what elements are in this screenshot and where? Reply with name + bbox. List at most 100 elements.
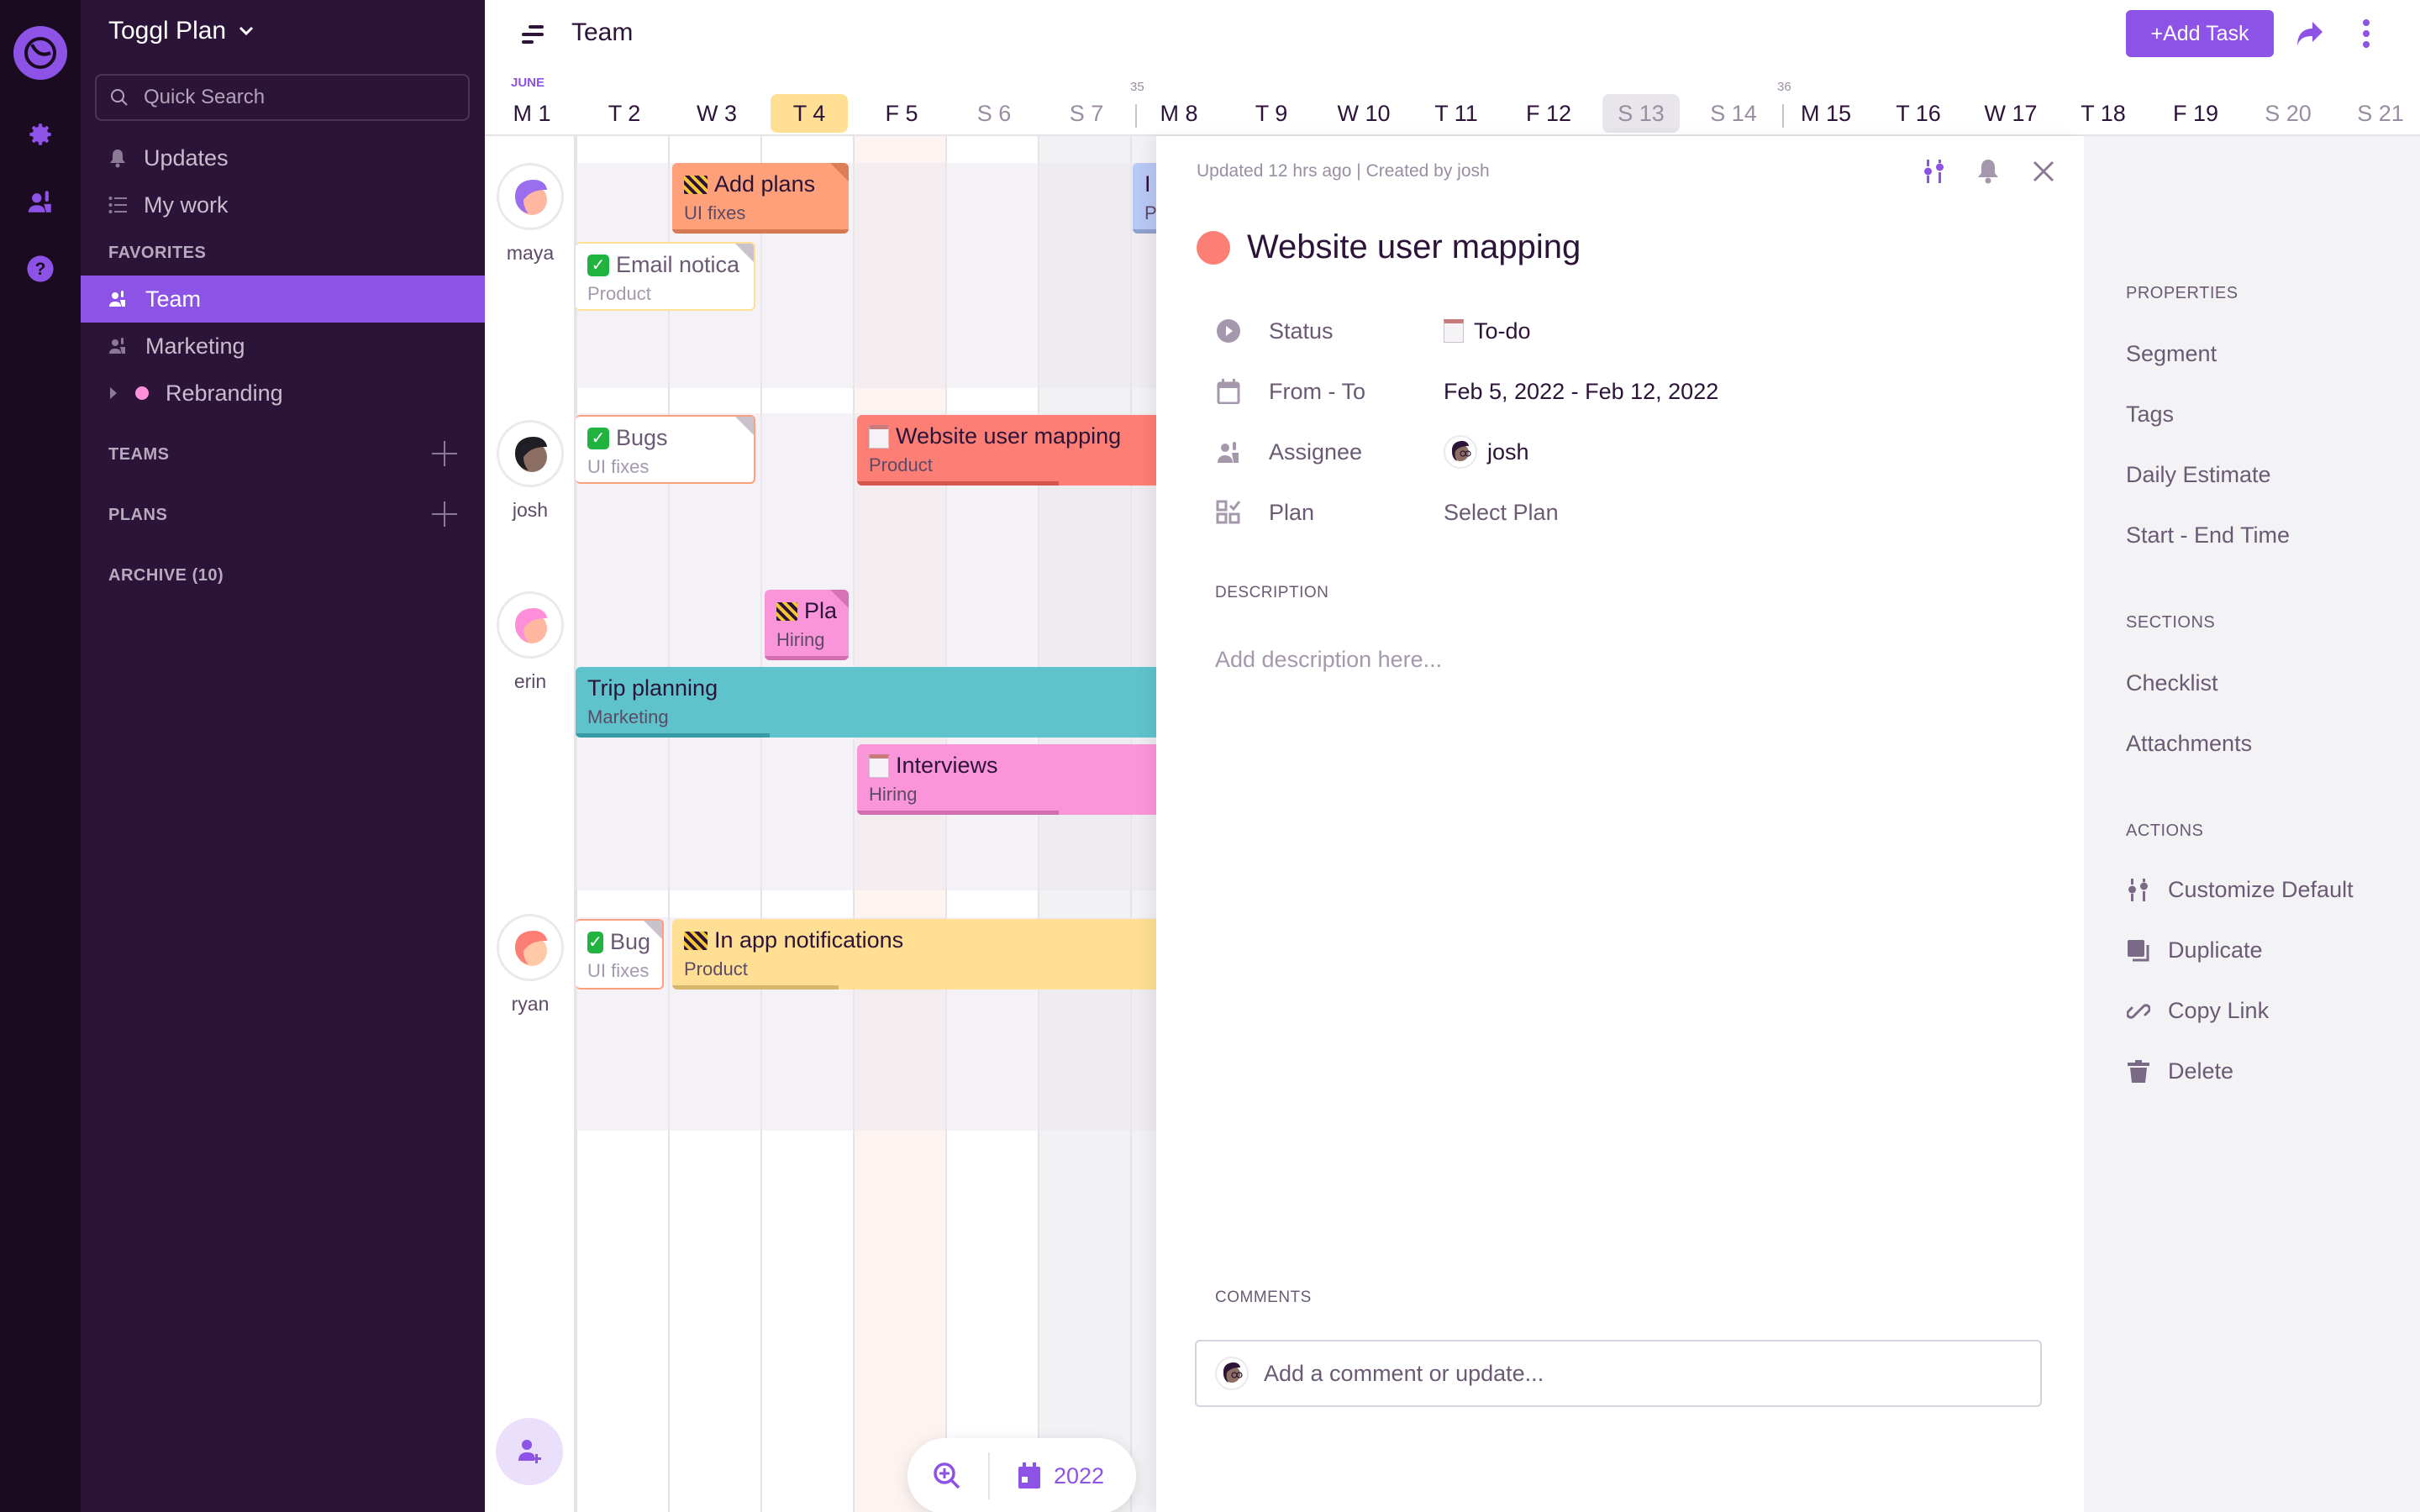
copy-link-action[interactable]: Copy Link (2126, 998, 2269, 1024)
property-plan[interactable]: Plan Select Plan (1215, 494, 1559, 531)
week-number: 35 (1130, 80, 1144, 94)
plans-label[interactable]: PLANS (108, 506, 167, 525)
day-header-m8[interactable]: M 8 (1140, 94, 1218, 133)
notepad-icon (869, 753, 889, 778)
nav-updates[interactable]: Updates (81, 134, 485, 181)
quick-search-input[interactable]: Quick Search (95, 74, 470, 121)
day-header-s13[interactable]: S 13 (1602, 94, 1680, 133)
person-josh[interactable]: josh (497, 420, 564, 522)
property-status[interactable]: Status To-do (1215, 312, 1531, 349)
day-header-w17[interactable]: W 17 (1972, 94, 2049, 133)
teams-label[interactable]: TEAMS (108, 445, 170, 465)
customize-default-action[interactable]: Customize Default (2126, 877, 2354, 903)
properties-label: PROPERTIES (2126, 284, 2238, 302)
task-card[interactable]: Pla Hiring (765, 590, 849, 660)
share-icon[interactable] (2296, 20, 2324, 47)
duplicate-action[interactable]: Duplicate (2126, 937, 2263, 963)
add-checklist[interactable]: Checklist (2126, 670, 2218, 696)
task-name-text: In app notifications (714, 927, 904, 953)
collapse-sidebar-icon[interactable] (520, 24, 547, 45)
task-card[interactable]: Add plans UI fixes (672, 163, 849, 234)
property-assignee[interactable]: Assignee josh (1215, 433, 1529, 470)
description-input[interactable]: Add description here... (1215, 647, 1442, 673)
add-plan-icon[interactable] (432, 501, 457, 527)
workspace-switcher[interactable]: Toggl Plan (108, 17, 255, 45)
task-card[interactable]: ✓ Email notica Product (576, 242, 755, 311)
add-start-end-time[interactable]: Start - End Time (2126, 522, 2290, 549)
notification-bell-icon[interactable] (1971, 155, 2005, 188)
help-icon[interactable]: ? (24, 252, 57, 286)
property-dates[interactable]: From - To Feb 5, 2022 - Feb 12, 2022 (1215, 373, 1718, 410)
select-plan-dropdown[interactable]: Select Plan (1444, 500, 1559, 526)
day-header-s7[interactable]: S 7 (1048, 94, 1125, 133)
add-team-icon[interactable] (432, 441, 457, 466)
caret-right-icon[interactable] (108, 386, 118, 400)
day-header-f5[interactable]: F 5 (863, 94, 940, 133)
day-header-t2[interactable]: T 2 (586, 94, 663, 133)
task-card[interactable]: In app notifications Product (672, 919, 1156, 990)
day-header-s14[interactable]: S 14 (1695, 94, 1772, 133)
assignee-name: josh (1487, 438, 1529, 465)
comment-input[interactable]: Add a comment or update... (1195, 1340, 2042, 1407)
status-value[interactable]: To-do (1444, 318, 1531, 344)
day-header-t16[interactable]: T 16 (1880, 94, 1957, 133)
archive-link[interactable]: ARCHIVE (10) (108, 566, 224, 585)
add-attachments[interactable]: Attachments (2126, 731, 2252, 757)
favorite-marketing[interactable]: Marketing (81, 323, 485, 370)
day-header-f12[interactable]: F 12 (1510, 94, 1587, 133)
task-card[interactable]: ✓ Bugs UI fixes (576, 415, 755, 484)
task-card[interactable]: IP (1133, 163, 1156, 234)
add-person-button[interactable] (496, 1418, 563, 1485)
task-name-text: Trip planning (587, 675, 718, 701)
day-header-s21[interactable]: S 21 (2342, 94, 2419, 133)
day-header-m15[interactable]: M 15 (1787, 94, 1865, 133)
task-progress-bar (857, 811, 1059, 815)
customize-icon[interactable] (1918, 155, 1951, 188)
add-user-icon (518, 1440, 541, 1463)
task-title[interactable]: Website user mapping (1197, 228, 1581, 266)
day-header-s20[interactable]: S 20 (2249, 94, 2327, 133)
more-options-icon[interactable] (2362, 18, 2370, 49)
favorite-team[interactable]: Team (81, 276, 485, 323)
day-header-w3[interactable]: W 3 (678, 94, 755, 133)
day-header-t4[interactable]: T 4 (771, 94, 848, 133)
add-segment[interactable]: Segment (2126, 341, 2217, 367)
divider (988, 1452, 990, 1499)
favorite-rebranding-label: Rebranding (166, 380, 283, 406)
task-plan: Marketing (587, 706, 669, 727)
assignee-value[interactable]: josh (1444, 435, 1529, 469)
favorite-rebranding[interactable]: Rebranding (81, 370, 485, 417)
close-icon[interactable] (2027, 155, 2060, 188)
dates-value[interactable]: Feb 5, 2022 - Feb 12, 2022 (1444, 379, 1718, 405)
status-value-text: To-do (1474, 318, 1531, 344)
add-task-button[interactable]: +Add Task (2126, 10, 2274, 57)
task-card[interactable]: Interviews Hiring (857, 744, 1156, 815)
day-header-s6[interactable]: S 6 (955, 94, 1033, 133)
delete-action[interactable]: Delete (2126, 1058, 2233, 1084)
team-icon[interactable] (24, 185, 57, 218)
day-header-m1[interactable]: M 1 (493, 94, 571, 133)
nav-my-work[interactable]: My work (81, 181, 485, 228)
person-erin[interactable]: erin (497, 591, 564, 693)
zoom-in-icon[interactable] (933, 1462, 961, 1490)
day-header-w10[interactable]: W 10 (1325, 94, 1402, 133)
workspace-name: Toggl Plan (108, 17, 227, 45)
calendar-icon[interactable] (1017, 1462, 1042, 1490)
day-header-f19[interactable]: F 19 (2157, 94, 2234, 133)
week-number: 36 (1777, 80, 1791, 94)
day-header-t11[interactable]: T 11 (1418, 94, 1495, 133)
add-daily-estimate[interactable]: Daily Estimate (2126, 462, 2271, 488)
task-color-dot[interactable] (1197, 230, 1230, 265)
gear-icon[interactable] (24, 118, 57, 151)
person-maya[interactable]: maya (497, 163, 564, 265)
add-tags[interactable]: Tags (2126, 402, 2174, 428)
task-card[interactable]: Trip planning Marketing (576, 667, 1156, 738)
task-card[interactable]: ✓ Bug UI fixes (576, 919, 664, 990)
task-card[interactable]: Website user mapping Product (857, 415, 1156, 486)
day-header-t9[interactable]: T 9 (1233, 94, 1310, 133)
year-selector[interactable]: 2022 (1054, 1463, 1104, 1489)
day-header-t18[interactable]: T 18 (2065, 94, 2142, 133)
person-ryan[interactable]: ryan (497, 914, 564, 1016)
logo-icon[interactable] (13, 26, 67, 80)
nav-my-work-label: My work (144, 192, 229, 218)
